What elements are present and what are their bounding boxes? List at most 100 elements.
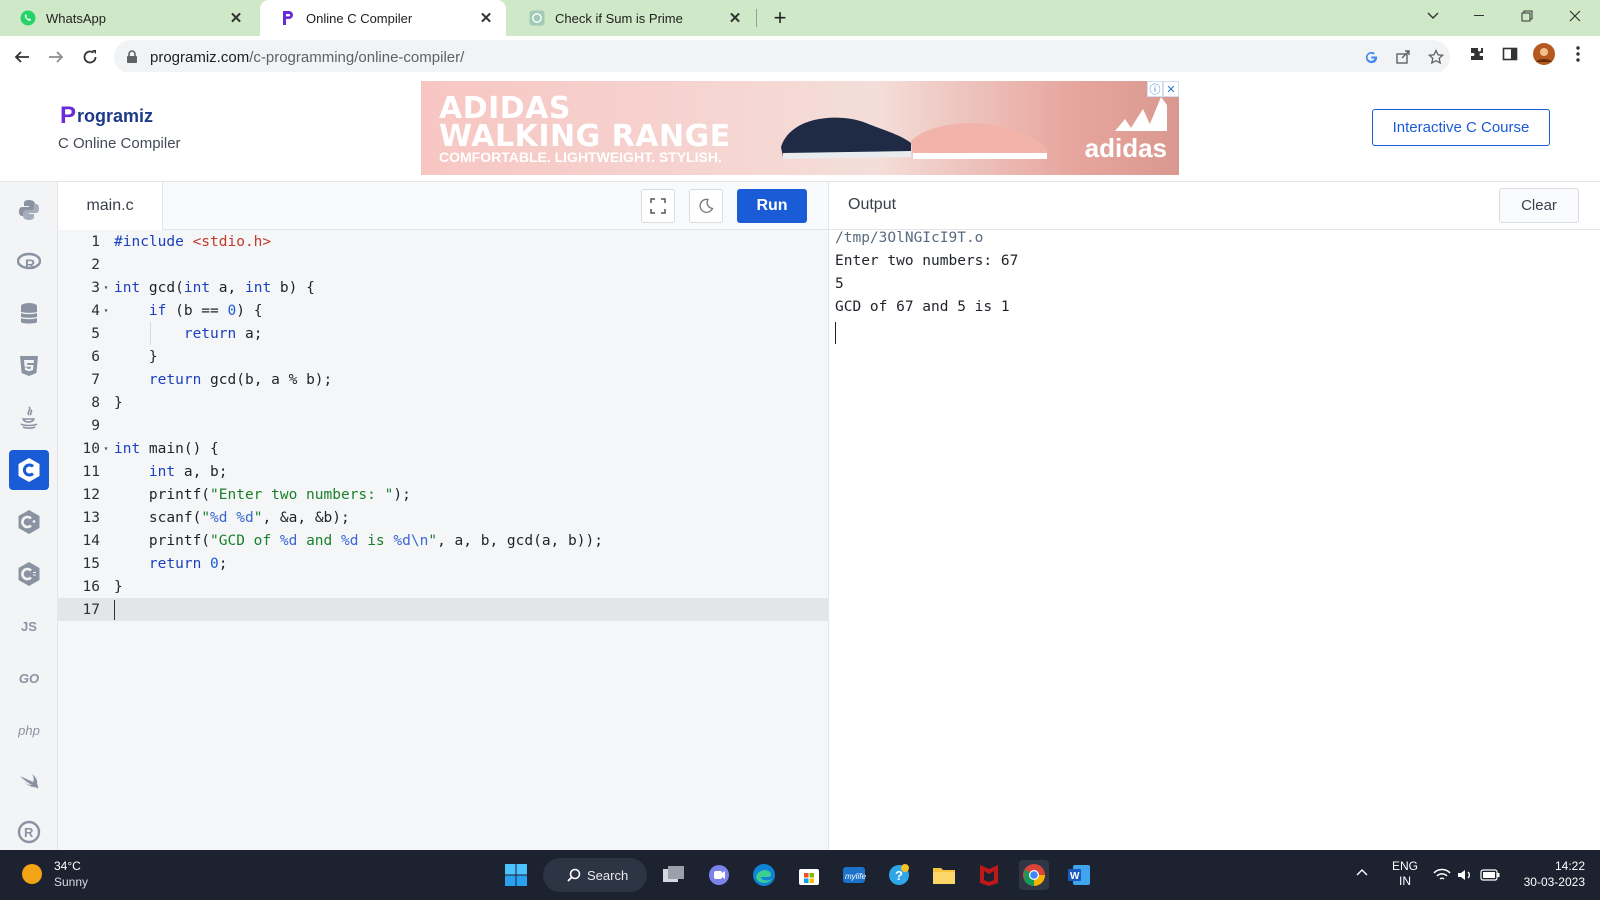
chrome-menu-icon[interactable] <box>1564 40 1592 68</box>
tab-whatsapp[interactable]: WhatsApp ✕ <box>0 0 256 36</box>
mylife-app-icon[interactable]: mylife <box>839 860 869 890</box>
code-line[interactable]: 4 ▾ if (b == 0) { <box>58 299 828 322</box>
output-console[interactable]: /tmp/3OlNGIcI9T.o Enter two numbers: 67 … <box>828 230 1600 850</box>
file-tab-main-c[interactable]: main.c <box>58 182 163 230</box>
close-icon[interactable]: ✕ <box>723 6 747 30</box>
close-icon[interactable]: ✕ <box>224 6 248 30</box>
programiz-logo[interactable]: Programiz <box>60 102 153 130</box>
code-text: printf("Enter two numbers: "); <box>114 486 411 503</box>
code-line[interactable]: 2 <box>58 253 828 276</box>
system-clock[interactable]: 14:22 30-03-2023 <box>1505 858 1585 890</box>
code-line[interactable]: 10 ▾ int main() { <box>58 437 828 460</box>
forward-arrow-icon[interactable] <box>42 43 70 71</box>
line-number: 1 <box>91 233 100 250</box>
chrome-icon[interactable] <box>1019 860 1049 890</box>
lock-icon[interactable] <box>126 48 142 66</box>
code-line[interactable]: 9 <box>58 414 828 437</box>
output-header: Output Clear <box>828 182 1600 230</box>
csharp-icon[interactable] <box>9 554 49 594</box>
fold-arrow-icon[interactable]: ▾ <box>100 283 112 292</box>
code-editor[interactable]: 1 #include <stdio.h> 2 3 ▾ int gcd(int a, int… <box>58 230 828 850</box>
interactive-c-course-button[interactable]: Interactive C Course <box>1372 109 1550 146</box>
fold-arrow-icon[interactable]: ▾ <box>100 444 112 453</box>
code-line[interactable]: 16} <box>58 575 828 598</box>
weather-widget[interactable]: 34°C Sunny <box>22 858 88 890</box>
swift-icon[interactable] <box>9 762 49 802</box>
new-tab-button[interactable]: + <box>768 5 792 30</box>
bookmark-star-icon[interactable] <box>1424 45 1448 69</box>
java-icon[interactable] <box>9 398 49 438</box>
svg-text:W: W <box>1070 871 1080 882</box>
indent-guide <box>150 322 151 345</box>
code-line[interactable]: 1 #include <stdio.h> <box>58 230 828 253</box>
code-text: printf("GCD of %d and %d is %d\n", a, b,… <box>114 532 603 549</box>
r-language-icon[interactable]: R <box>9 242 49 282</box>
line-number: 4 <box>91 302 100 319</box>
back-arrow-icon[interactable] <box>8 43 36 71</box>
search-label: Search <box>587 867 629 883</box>
code-line[interactable]: 11 int a, b; <box>58 460 828 483</box>
avatar[interactable] <box>1530 40 1558 68</box>
code-line[interactable]: 7 return gcd(b, a % b); <box>58 368 828 391</box>
tab-search-dropdown-icon[interactable] <box>1410 0 1456 32</box>
code-text: return 0; <box>148 555 228 572</box>
ad-info-icon[interactable]: ⓘ <box>1147 81 1163 97</box>
task-view-icon[interactable] <box>659 860 689 890</box>
share-icon[interactable] <box>1391 45 1415 69</box>
tab-check-if-sum-is-prime[interactable]: Check if Sum is Prime ✕ <box>509 0 755 36</box>
php-icon[interactable]: php <box>9 710 49 750</box>
minimize-icon[interactable] <box>1456 0 1502 32</box>
get-help-icon[interactable]: ? <box>884 860 914 890</box>
advertisement-banner[interactable]: ADIDAS WALKING RANGE COMFORTABLE. LIGHTW… <box>421 81 1179 175</box>
word-icon[interactable]: W <box>1064 860 1094 890</box>
rust-icon[interactable]: R <box>9 812 49 852</box>
code-line[interactable]: 13 scanf("%d %d", &a, &b); <box>58 506 828 529</box>
tab-online-c-compiler[interactable]: Online C Compiler ✕ <box>260 0 506 36</box>
go-icon[interactable]: GO <box>9 658 49 698</box>
sql-database-icon[interactable] <box>9 294 49 334</box>
teams-chat-icon[interactable] <box>704 860 734 890</box>
javascript-icon[interactable]: JS <box>9 606 49 646</box>
close-window-icon[interactable] <box>1552 0 1598 32</box>
run-button[interactable]: Run <box>737 189 807 223</box>
code-line[interactable]: 5 return a; <box>58 322 828 345</box>
code-line[interactable]: 6 } <box>58 345 828 368</box>
line-number: 13 <box>82 509 100 526</box>
edge-browser-icon[interactable] <box>749 860 779 890</box>
code-line[interactable]: 12 printf("Enter two numbers: "); <box>58 483 828 506</box>
cpp-icon[interactable] <box>9 502 49 542</box>
code-line[interactable]: 15 return 0; <box>58 552 828 575</box>
battery-icon[interactable] <box>1475 860 1505 890</box>
side-panel-icon[interactable] <box>1496 40 1524 68</box>
code-line[interactable]: 8} <box>58 391 828 414</box>
system-tray-chevron-icon[interactable] <box>1355 858 1369 880</box>
address-bar[interactable]: programiz.com/c-programming/online-compi… <box>114 40 1450 74</box>
clear-button[interactable]: Clear <box>1499 188 1579 223</box>
html5-icon[interactable] <box>9 346 49 386</box>
ad-controls: ⓘ ✕ <box>1147 81 1179 97</box>
python-icon[interactable] <box>9 190 49 230</box>
windows-start-icon[interactable] <box>501 860 531 890</box>
clock-date: 30-03-2023 <box>1523 875 1585 889</box>
ad-tagline: COMFORTABLE. LIGHTWEIGHT. STYLISH. <box>439 149 722 165</box>
reload-icon[interactable] <box>76 43 104 71</box>
code-line[interactable]: 3 ▾ int gcd(int a, int b) { <box>58 276 828 299</box>
code-line[interactable]: 17 <box>58 598 828 621</box>
code-line[interactable]: 14 printf("GCD of %d and %d is %d\n", a,… <box>58 529 828 552</box>
extensions-icon[interactable] <box>1463 40 1491 68</box>
ad-close-icon[interactable]: ✕ <box>1163 81 1179 97</box>
c-language-icon[interactable] <box>9 450 49 490</box>
restore-icon[interactable] <box>1504 0 1550 32</box>
file-explorer-icon[interactable] <box>929 860 959 890</box>
fold-arrow-icon[interactable]: ▾ <box>100 306 112 315</box>
dark-mode-moon-icon[interactable] <box>689 189 723 223</box>
close-icon[interactable]: ✕ <box>474 6 498 30</box>
google-lens-icon[interactable] <box>1359 45 1383 69</box>
mcafee-icon[interactable] <box>974 860 1004 890</box>
taskbar-search[interactable]: Search <box>543 858 647 892</box>
line-number: 2 <box>91 256 100 273</box>
language-sidebar: R JS GO php R <box>0 182 58 850</box>
input-language-indicator[interactable]: ENG IN <box>1392 859 1418 889</box>
microsoft-store-icon[interactable] <box>794 860 824 890</box>
fullscreen-icon[interactable] <box>641 189 675 223</box>
